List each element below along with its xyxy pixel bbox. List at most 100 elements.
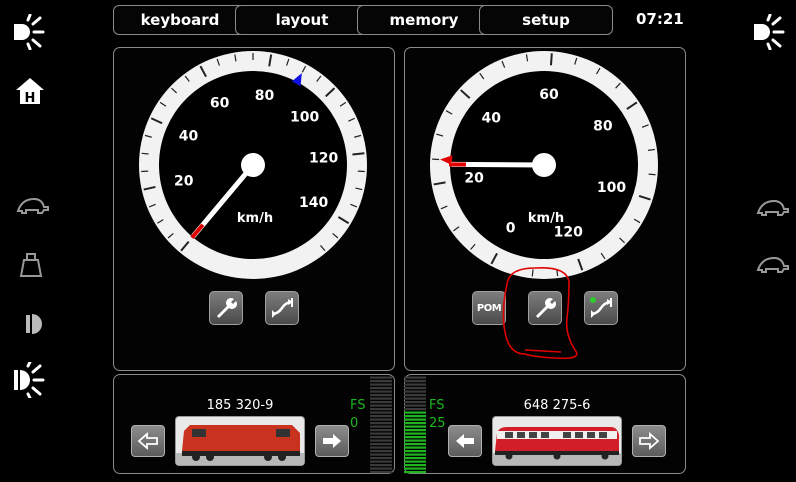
meter-segment bbox=[404, 404, 426, 407]
meter-segment bbox=[370, 436, 392, 439]
meter-segment bbox=[370, 404, 392, 407]
headlight-icon[interactable] bbox=[10, 13, 46, 51]
gauge-tick bbox=[648, 173, 656, 176]
meter-segment bbox=[404, 453, 426, 456]
memory-button[interactable]: memory bbox=[357, 5, 491, 35]
meter-segment bbox=[404, 439, 426, 442]
meter-segment bbox=[370, 446, 392, 449]
meter-segment bbox=[370, 467, 392, 470]
meter-segment bbox=[370, 411, 392, 414]
loco-name: 185 320-9 bbox=[206, 398, 274, 413]
gauge-unit: km/h bbox=[237, 211, 273, 226]
meter-segment bbox=[370, 457, 392, 460]
meter-segment bbox=[404, 425, 426, 428]
meter-segment bbox=[404, 429, 426, 432]
meter-segment bbox=[404, 401, 426, 404]
fs-label: FS bbox=[350, 398, 366, 413]
meter-segment bbox=[404, 418, 426, 421]
speed-step-meter bbox=[370, 376, 392, 474]
meter-segment bbox=[404, 471, 426, 474]
meter-segment bbox=[404, 450, 426, 453]
gauge-tick bbox=[352, 152, 365, 156]
arrow-right-icon bbox=[323, 434, 341, 448]
gauge-label: 20 bbox=[174, 174, 194, 190]
prev-loco-button[interactable] bbox=[131, 425, 165, 457]
meter-segment bbox=[370, 460, 392, 463]
meter-segment bbox=[404, 464, 426, 467]
meter-segment bbox=[404, 446, 426, 449]
headlight-icon[interactable] bbox=[10, 360, 46, 400]
meter-segment bbox=[370, 425, 392, 428]
arrow-right-icon bbox=[639, 432, 660, 450]
meter-segment bbox=[404, 411, 426, 414]
setup-button[interactable]: setup bbox=[479, 5, 613, 35]
red-annotation bbox=[502, 266, 578, 360]
gauge-unit: km/h bbox=[528, 211, 564, 226]
meter-segment bbox=[370, 376, 392, 379]
meter-segment bbox=[370, 464, 392, 467]
meter-segment bbox=[370, 422, 392, 425]
loco-image[interactable] bbox=[175, 416, 305, 466]
gauge-label: 40 bbox=[481, 110, 501, 126]
meter-segment bbox=[404, 394, 426, 397]
meter-segment bbox=[370, 401, 392, 404]
loco-image[interactable] bbox=[492, 416, 622, 466]
gauge-label: 20 bbox=[464, 170, 484, 186]
gauge-label: 80 bbox=[255, 88, 275, 104]
needle-hub bbox=[241, 153, 265, 177]
clock: 07:21 bbox=[636, 10, 684, 28]
meter-segment bbox=[404, 436, 426, 439]
gauge-label: 120 bbox=[309, 151, 338, 167]
fs-value: 25 bbox=[429, 416, 446, 431]
gauge-label: 100 bbox=[597, 180, 626, 196]
prev-loco-button[interactable] bbox=[448, 425, 482, 457]
wrench-button[interactable] bbox=[209, 291, 243, 325]
turtle-icon[interactable] bbox=[14, 191, 50, 227]
svg-text:H: H bbox=[25, 91, 36, 106]
gauge-label: 40 bbox=[179, 128, 199, 144]
needle-hub bbox=[532, 153, 556, 177]
turtle-icon[interactable] bbox=[754, 250, 790, 286]
meter-segment bbox=[370, 380, 392, 383]
meter-segment bbox=[404, 422, 426, 425]
meter-segment bbox=[404, 390, 426, 393]
next-loco-button[interactable] bbox=[315, 425, 349, 457]
layout-button[interactable]: layout bbox=[235, 5, 369, 35]
left-speedometer[interactable]: 20 40 60 80 100 120 140 km/h bbox=[113, 47, 395, 371]
keyboard-button[interactable]: keyboard bbox=[113, 5, 247, 35]
meter-segment bbox=[404, 432, 426, 435]
arrow-left-icon bbox=[137, 432, 158, 450]
meter-segment bbox=[370, 394, 392, 397]
meter-segment bbox=[404, 376, 426, 379]
meter-segment bbox=[370, 383, 392, 386]
weight-icon[interactable] bbox=[16, 250, 52, 286]
meter-segment bbox=[404, 383, 426, 386]
dim-light-icon[interactable] bbox=[22, 310, 58, 346]
meter-segment bbox=[370, 390, 392, 393]
meter-segment bbox=[370, 408, 392, 411]
meter-segment bbox=[370, 387, 392, 390]
gauge-label: 60 bbox=[210, 95, 230, 111]
meter-segment bbox=[404, 443, 426, 446]
headlight-icon[interactable] bbox=[750, 13, 786, 51]
gauge-label: 140 bbox=[299, 195, 328, 211]
meter-segment bbox=[404, 457, 426, 460]
meter-segment bbox=[370, 415, 392, 418]
meter-segment bbox=[370, 453, 392, 456]
meter-segment bbox=[404, 467, 426, 470]
next-loco-button[interactable] bbox=[632, 425, 666, 457]
meter-segment bbox=[370, 471, 392, 474]
meter-segment bbox=[370, 432, 392, 435]
meter-segment bbox=[404, 408, 426, 411]
meter-segment bbox=[404, 397, 426, 400]
home-icon[interactable]: H bbox=[12, 74, 48, 110]
gauge-tick bbox=[141, 152, 149, 155]
wrench-icon bbox=[217, 298, 237, 318]
gauge-label: 80 bbox=[593, 118, 613, 134]
gauge-tick bbox=[549, 53, 553, 66]
loco-name: 648 275-6 bbox=[523, 398, 591, 413]
turtle-icon[interactable] bbox=[754, 193, 790, 229]
meter-segment bbox=[370, 450, 392, 453]
couple-button[interactable] bbox=[265, 291, 299, 325]
meter-segment bbox=[370, 443, 392, 446]
